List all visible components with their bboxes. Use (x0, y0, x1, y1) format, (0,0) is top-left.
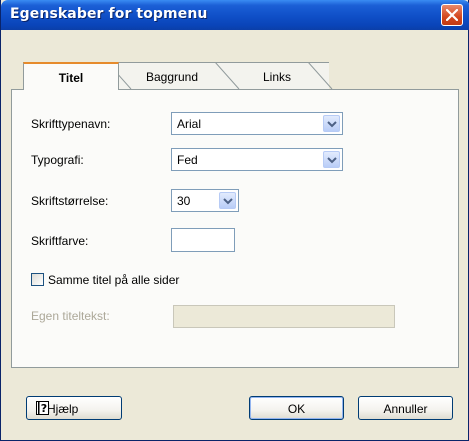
chevron-down-icon (327, 157, 337, 164)
font-name-dropdown-button[interactable] (323, 115, 340, 132)
font-size-value: 30 (177, 194, 191, 208)
help-button-label: Hjælp (47, 402, 79, 416)
typography-value: Fed (177, 153, 198, 167)
font-name-value: Arial (177, 117, 202, 131)
own-title-label: Egen titeltekst: (31, 309, 110, 323)
dialog-window: Egenskaber for topmenu Baggrund Links Ti… (0, 0, 469, 441)
same-title-checkbox[interactable] (31, 273, 44, 286)
chevron-down-icon (327, 121, 337, 128)
same-title-label[interactable]: Samme titel på alle sider (48, 273, 179, 287)
own-title-input (173, 305, 395, 328)
title-bar[interactable]: Egenskaber for topmenu (1, 0, 469, 30)
cancel-button-label: Annuller (383, 402, 428, 416)
chevron-down-icon (223, 198, 233, 205)
tab-divider (214, 62, 240, 90)
font-color-swatch[interactable] (171, 228, 235, 252)
ok-button[interactable]: OK (249, 396, 344, 420)
tab-divider (307, 62, 333, 90)
typography-dropdown-button[interactable] (323, 151, 340, 168)
help-button[interactable]: ? Hjælp (26, 396, 122, 420)
font-size-select[interactable]: 30 (171, 189, 239, 212)
font-name-select[interactable]: Arial (171, 112, 343, 135)
ok-button-label: OK (287, 402, 306, 416)
font-size-dropdown-button[interactable] (219, 192, 236, 209)
window-title: Egenskaber for topmenu (10, 6, 208, 22)
font-name-label: Skrifttypenavn: (31, 117, 111, 131)
font-size-label: Skriftstørrelse: (31, 194, 109, 208)
close-icon (446, 9, 458, 21)
cancel-button[interactable]: Annuller (358, 396, 453, 420)
font-color-label: Skriftfarve: (31, 234, 89, 248)
typography-label: Typografi: (31, 153, 84, 167)
tab-titel[interactable]: Titel (23, 62, 119, 90)
close-button[interactable] (441, 4, 463, 26)
typography-select[interactable]: Fed (171, 148, 343, 171)
tab-titel-label: Titel (58, 71, 84, 85)
